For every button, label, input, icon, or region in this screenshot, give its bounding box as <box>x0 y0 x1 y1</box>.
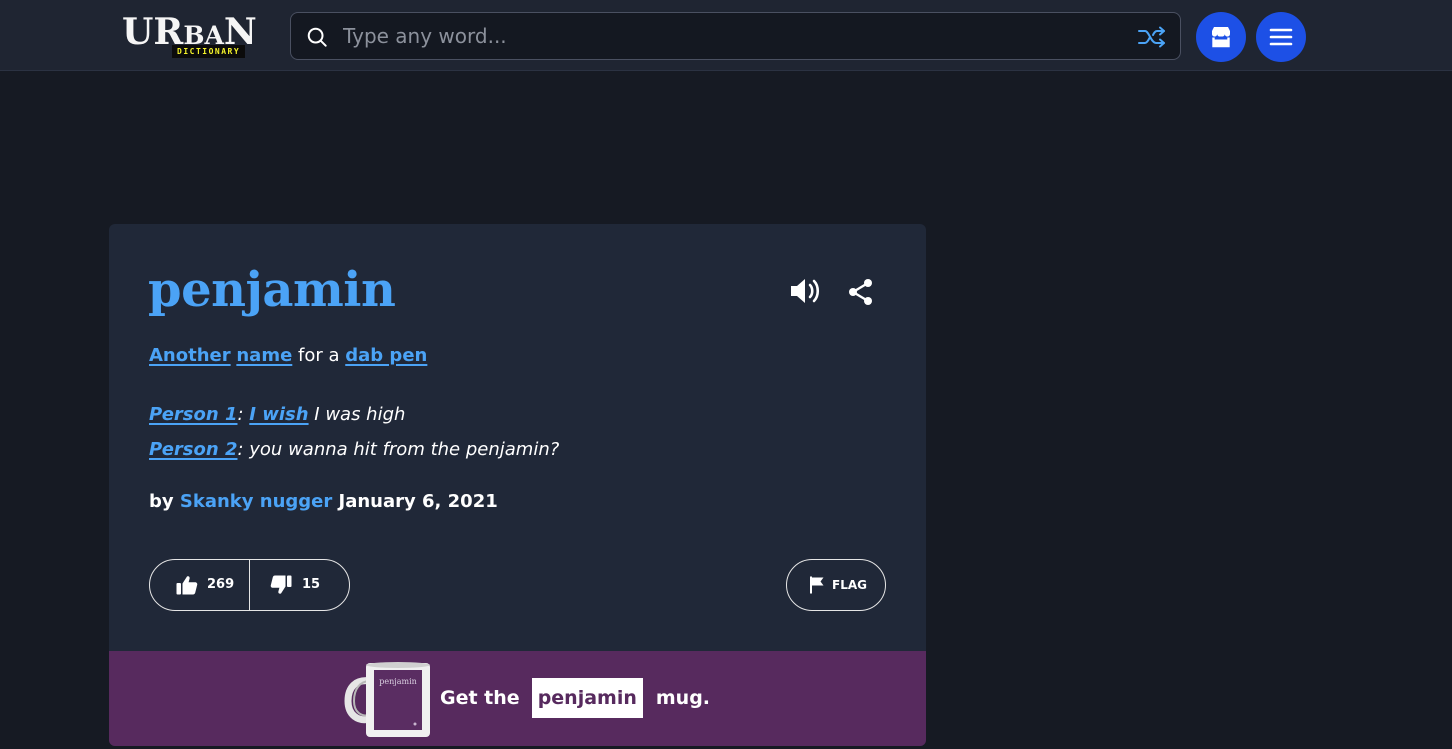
example-link-person-2[interactable]: Person 2 <box>149 439 237 460</box>
meaning-link-name[interactable]: name <box>236 345 292 366</box>
example-line-2: Person 2: you wanna hit from the penjami… <box>149 432 559 467</box>
menu-button[interactable] <box>1256 12 1306 62</box>
urban-dictionary-logo[interactable]: URbaN DICTIONARY <box>122 12 277 62</box>
search-box <box>290 12 1181 60</box>
mug-promo-banner[interactable]: penjamin Get the penjamin mug. <box>109 651 926 746</box>
mug-promo-text: Get the penjamin mug. <box>440 678 710 718</box>
mug-label: penjamin <box>379 677 417 686</box>
menu-icon <box>1269 28 1293 46</box>
search-icon[interactable] <box>306 26 328 48</box>
mug-promo-word: penjamin <box>531 678 643 718</box>
example-link-i-wish[interactable]: I wish <box>249 404 308 425</box>
upvote-count: 269 <box>207 577 235 592</box>
mug-image: penjamin <box>344 662 430 737</box>
vote-buttons: 269 15 <box>149 559 350 611</box>
mug-promo-suffix: mug. <box>655 687 711 709</box>
definition-example: Person 1: I wish I was high Person 2: yo… <box>149 397 559 467</box>
meaning-link-another[interactable]: Another <box>149 345 231 366</box>
top-navigation-bar: URbaN DICTIONARY <box>0 0 1452 71</box>
definition-meaning: Another name for a dab pen <box>149 342 427 370</box>
example-separator: : <box>237 404 250 425</box>
definition-word[interactable]: penjamin <box>148 258 396 322</box>
thumbs-down-icon <box>270 575 292 594</box>
flag-label: FLAG <box>832 578 867 592</box>
example-link-person-1[interactable]: Person 1 <box>149 404 237 425</box>
flag-button[interactable]: FLAG <box>786 559 886 611</box>
share-icon[interactable] <box>847 278 875 306</box>
definition-card: penjamin Another name for a dab pen Pers… <box>109 224 926 746</box>
downvote-button[interactable]: 15 <box>250 560 349 610</box>
example-line-2-text: : you wanna hit from the penjamin? <box>237 439 560 460</box>
upvote-button[interactable]: 269 <box>150 560 250 610</box>
byline-prefix: by <box>149 491 180 512</box>
example-line-1: Person 1: I wish I was high <box>149 397 559 432</box>
flag-icon <box>810 576 824 594</box>
definition-byline: by Skanky nugger January 6, 2021 <box>149 488 498 516</box>
search-input[interactable] <box>341 19 1111 53</box>
example-line-1-text: I was high <box>308 404 406 425</box>
speaker-icon[interactable] <box>789 275 823 307</box>
downvote-count: 15 <box>302 577 321 592</box>
thumbs-up-icon <box>176 576 198 595</box>
post-date: January 6, 2021 <box>332 491 498 512</box>
logo-subtitle: DICTIONARY <box>172 45 246 58</box>
store-icon <box>1212 27 1230 48</box>
meaning-link-dab-pen[interactable]: dab pen <box>345 345 427 366</box>
mug-promo-prefix: Get the <box>440 687 520 709</box>
store-button[interactable] <box>1196 12 1246 62</box>
author-link[interactable]: Skanky nugger <box>180 491 332 512</box>
shuffle-icon[interactable] <box>1137 25 1167 49</box>
meaning-text: for a <box>292 345 346 366</box>
